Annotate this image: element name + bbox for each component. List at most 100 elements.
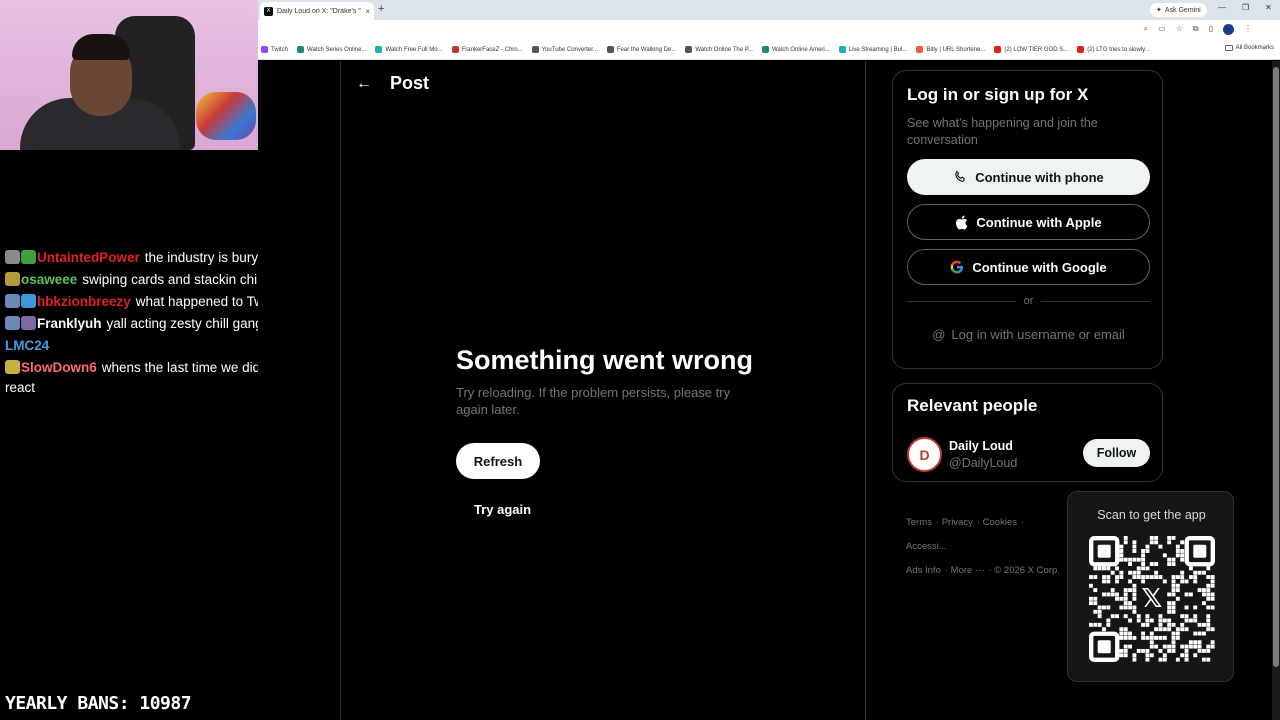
continue-with-google-button[interactable]: Continue with Google	[907, 249, 1150, 285]
qr-code[interactable]: 𝕏	[1089, 536, 1215, 662]
error-message: Try reloading. If the problem persists, …	[456, 385, 731, 417]
bookmark-label: YouTube Converter...	[541, 46, 598, 53]
divider-line	[907, 300, 1016, 302]
bookmark-item[interactable]: (2) LOW TIER GOD S...	[994, 46, 1068, 53]
bookmark-label: FrankerFaceZ - Chro...	[461, 46, 523, 53]
scrollbar[interactable]	[1272, 61, 1280, 720]
bookmark-item[interactable]: YouTube Converter...	[531, 46, 598, 53]
footer-link-privacy[interactable]: Privacy	[942, 517, 973, 528]
minimize-button[interactable]: —	[1218, 3, 1226, 12]
x-page: ← Post Something went wrong Try reloadin…	[258, 61, 1280, 720]
screen-icon[interactable]: ▭	[1158, 24, 1166, 35]
login-with-username-label: Log in with username or email	[951, 327, 1125, 342]
chat-badge-icon	[5, 272, 20, 286]
person-row[interactable]: D Daily Loud @DailyLoud Follow	[907, 437, 1150, 473]
bookmark-label: Twitch	[271, 46, 289, 53]
chat-badge-icon	[21, 316, 36, 330]
star-icon[interactable]: ☆	[1176, 24, 1183, 35]
chat-badge-icon	[21, 294, 36, 308]
profile-icon[interactable]	[1223, 24, 1234, 35]
bookmark-item[interactable]: (2) LTG tries to slowly...	[1077, 46, 1150, 53]
folder-icon	[1224, 45, 1233, 51]
login-title: Log in or sign up for X	[907, 85, 1089, 104]
close-window-button[interactable]: ✕	[1265, 3, 1272, 12]
chat-badge-icon	[5, 250, 20, 264]
login-with-username-link[interactable]: @ Log in with username or email	[907, 327, 1150, 342]
bookmark-item[interactable]: Bitly | URL Shortene...	[916, 46, 985, 53]
footer-links: Terms · Privacy · Cookies · Accessi... Ads …	[906, 517, 1060, 576]
bookmark-label: Watch Online Ameri...	[771, 46, 830, 53]
refresh-button[interactable]: Refresh	[456, 443, 540, 479]
avatar[interactable]: D	[907, 437, 942, 472]
zoom-icon[interactable]: ⌕	[1144, 24, 1148, 35]
chat-badge-icon	[5, 360, 20, 374]
footer-copyright: © 2026 X Corp.	[994, 565, 1060, 576]
bookmark-item[interactable]: Watch Online The P...	[685, 46, 753, 53]
back-arrow-icon[interactable]: ←	[356, 75, 372, 93]
sparkle-icon: ✦	[1156, 7, 1162, 14]
active-tab[interactable]: X Daily Loud on X: "Drake's "ICEMAN"... …	[260, 2, 374, 20]
all-bookmarks-button[interactable]: All Bookmarks	[1224, 45, 1274, 51]
apple-icon	[956, 214, 968, 230]
bookmark-item[interactable]: FrankerFaceZ - Chro...	[451, 46, 523, 53]
bookmark-label: Watch Free Full Mo...	[385, 46, 443, 53]
screen: UntaintedPower the industry is burying ty…	[0, 0, 1280, 720]
restore-button[interactable]: ❐	[1242, 3, 1249, 12]
chat-username: LMC24	[5, 338, 50, 353]
continue-with-apple-button[interactable]: Continue with Apple	[907, 204, 1150, 240]
all-bookmarks-label: All Bookmarks	[1235, 45, 1274, 51]
bookmark-favicon-icon	[994, 46, 1002, 53]
footer-link-more[interactable]: More ···	[951, 565, 985, 576]
get-app-qr-card[interactable]: Scan to get the app 𝕏	[1067, 491, 1234, 682]
qr-title: Scan to get the app	[1097, 508, 1206, 522]
or-divider: or	[907, 295, 1150, 307]
chat-username: UntaintedPower	[37, 250, 140, 265]
sidebar-icon[interactable]: ▯	[1209, 24, 1213, 35]
footer-link-accessibility[interactable]: Accessi...	[906, 541, 947, 552]
bookmark-favicon-icon	[606, 46, 614, 53]
chat-badge-icon	[21, 250, 36, 264]
person-handle: @DailyLoud	[949, 456, 1018, 470]
extensions-icon[interactable]: ⧉	[1193, 24, 1199, 35]
column-divider-right	[865, 61, 866, 720]
page-title: Post	[390, 73, 430, 93]
scrollbar-thumb[interactable]	[1273, 67, 1279, 667]
chat-username: SlowDown6	[21, 360, 97, 375]
bookmark-favicon-icon	[916, 46, 924, 53]
bookmark-favicon-icon	[451, 46, 459, 53]
menu-icon[interactable]: ⋮	[1244, 24, 1252, 35]
bookmark-item[interactable]: Watch Series Online...	[297, 46, 366, 53]
bookmark-label: (2) LOW TIER GOD S...	[1004, 46, 1069, 53]
try-again-button[interactable]: Try again	[474, 502, 531, 517]
footer-link-ads-info[interactable]: Ads Info	[906, 565, 941, 576]
chat-username: Franklyuh	[37, 316, 102, 331]
bookmark-favicon-icon	[261, 46, 268, 53]
bookmark-label: Fear the Walking De...	[616, 46, 677, 53]
chat-text: swiping cards and stackin chips	[82, 272, 272, 287]
bookmark-label: Watch Series Online...	[307, 46, 367, 53]
chat-text: yall acting zesty chill gang	[106, 316, 263, 331]
continue-with-google-label: Continue with Google	[972, 259, 1107, 275]
new-tab-button[interactable]: +	[378, 3, 384, 15]
close-tab-icon[interactable]: ×	[365, 7, 370, 16]
error-title: Something went wrong	[456, 345, 753, 375]
continue-with-apple-label: Continue with Apple	[976, 214, 1102, 230]
bookmark-item[interactable]: Twitch	[261, 46, 288, 53]
bookmark-item[interactable]: Watch Online Ameri...	[761, 46, 830, 53]
person-name[interactable]: Daily Loud	[949, 439, 1013, 453]
bookmark-item[interactable]: Fear the Walking De...	[606, 46, 677, 53]
or-label: or	[1023, 295, 1034, 307]
follow-button[interactable]: Follow	[1083, 439, 1150, 467]
ask-gemini-label: Ask Gemini	[1164, 6, 1201, 14]
bookmark-favicon-icon	[1077, 46, 1085, 53]
footer-link-terms[interactable]: Terms	[906, 517, 932, 528]
tab-title: Daily Loud on X: "Drake's "ICEMAN"...	[277, 7, 361, 15]
yearly-bans-banner: YEARLY BANS: 10987	[5, 693, 192, 714]
footer-link-cookies[interactable]: Cookies	[983, 517, 1017, 528]
ask-gemini-button[interactable]: ✦ Ask Gemini	[1150, 3, 1207, 17]
chat-badge-icon	[5, 316, 20, 330]
continue-with-phone-button[interactable]: Continue with phone	[907, 159, 1150, 195]
bookmark-favicon-icon	[761, 46, 769, 53]
bookmark-item[interactable]: Live Streaming | Bul...	[838, 46, 907, 53]
bookmark-item[interactable]: Watch Free Full Mo...	[375, 46, 443, 53]
